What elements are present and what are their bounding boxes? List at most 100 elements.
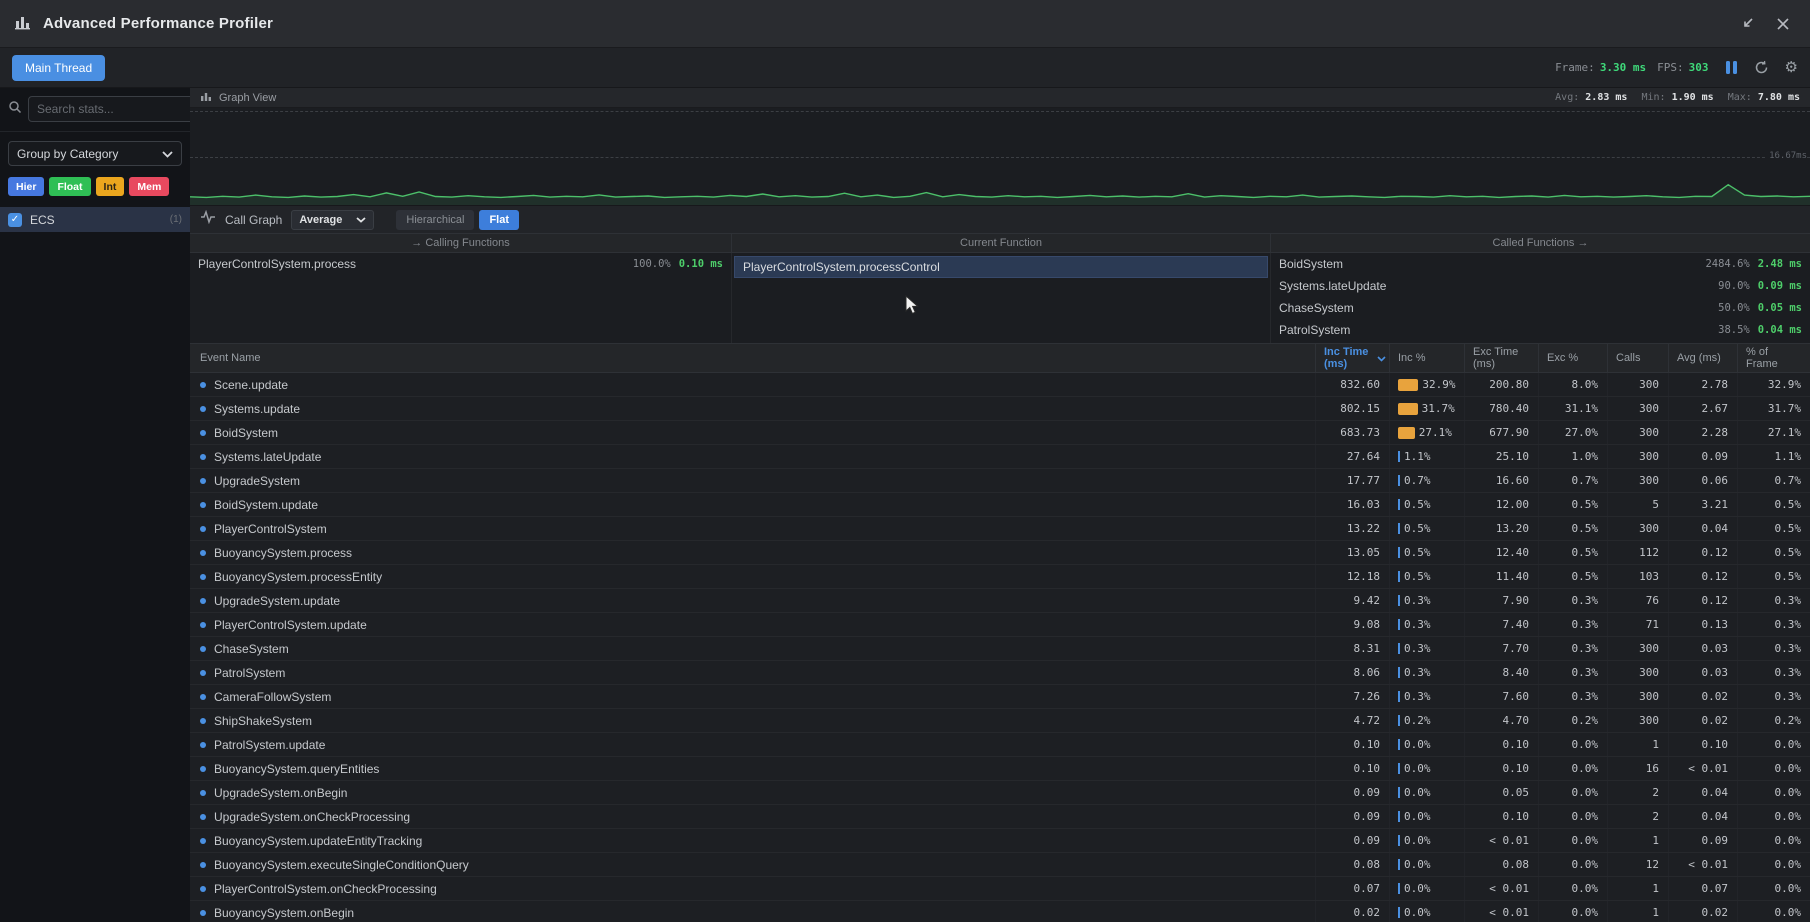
exc-pct-cell: 0.0% [1538,829,1607,852]
table-row[interactable]: CameraFollowSystem7.260.3%7.600.3%3000.0… [190,685,1810,709]
header-exc-pct[interactable]: Exc % [1538,344,1607,372]
table-row[interactable]: BuoyancySystem.process13.050.5%12.400.5%… [190,541,1810,565]
filter-chip-float[interactable]: Float [49,177,90,196]
calling-function-row[interactable]: PlayerControlSystem.process 100.0% 0.10 … [190,253,731,275]
inc-pct-cell: 32.9% [1389,373,1464,396]
table-row[interactable]: Systems.update802.1531.7%780.4031.1%3002… [190,397,1810,421]
collapse-window-icon[interactable] [1734,11,1760,37]
inc-pct-bar [1398,547,1400,558]
refresh-icon[interactable] [1754,60,1769,75]
hierarchical-button[interactable]: Hierarchical [396,210,474,230]
exc-time-cell: 0.10 [1464,733,1538,756]
avg-cell: 0.09 [1668,829,1737,852]
inc-pct-bar [1398,499,1400,510]
called-function-time: 0.05 ms [1758,302,1802,314]
pause-icon[interactable] [1725,60,1738,75]
table-row[interactable]: PatrolSystem8.060.3%8.400.3%3000.030.3% [190,661,1810,685]
frame-pct-cell: 0.0% [1737,733,1810,756]
profiler-window: Advanced Performance Profiler Main Threa… [0,0,1810,922]
called-functions-header: Called Functions → [1270,234,1810,252]
called-functions-panel: BoidSystem2484.6%2.48 msSystems.lateUpda… [1270,253,1810,343]
inc-time-cell: 0.09 [1315,781,1389,804]
sort-descending-icon [1377,353,1386,365]
table-row[interactable]: Scene.update832.6032.9%200.808.0%3002.78… [190,373,1810,397]
inc-pct-bar [1398,403,1418,415]
table-row[interactable]: PlayerControlSystem.update9.080.3%7.400.… [190,613,1810,637]
avg-cell: 0.12 [1668,541,1737,564]
calls-cell: 300 [1607,709,1668,732]
called-function-row[interactable]: BoidSystem2484.6%2.48 ms [1271,253,1810,275]
calls-cell: 103 [1607,565,1668,588]
ecs-checkbox[interactable]: ✓ [8,213,22,227]
avg-cell: 0.12 [1668,589,1737,612]
header-exc-time[interactable]: Exc Time (ms) [1464,344,1538,372]
event-name-cell: ShipShakeSystem [190,709,1315,732]
header-inc-pct[interactable]: Inc % [1389,344,1464,372]
frame-pct-cell: 0.2% [1737,709,1810,732]
header-inc-time[interactable]: Inc Time (ms) [1315,344,1389,372]
event-name: BuoyancySystem.queryEntities [214,762,379,776]
header-calls[interactable]: Calls [1607,344,1668,372]
avg-cell: 0.02 [1668,901,1737,922]
inc-time-cell: 9.42 [1315,589,1389,612]
event-name-cell: BoidSystem [190,421,1315,444]
table-row[interactable]: PlayerControlSystem.onCheckProcessing0.0… [190,877,1810,901]
filter-chip-int[interactable]: Int [96,177,125,196]
event-dot-icon [200,502,206,508]
main-thread-tab[interactable]: Main Thread [12,55,105,81]
table-row[interactable]: UpgradeSystem17.770.7%16.600.7%3000.060.… [190,469,1810,493]
sidebar-item-ecs[interactable]: ✓ ECS (1) [0,207,190,232]
filter-chip-hier[interactable]: Hier [8,177,44,196]
group-by-select[interactable]: Group by Category [8,141,182,166]
table-row[interactable]: BoidSystem683.7327.1%677.9027.0%3002.282… [190,421,1810,445]
graph-stats: Avg: 2.83 ms Min: 1.90 ms Max: 7.80 ms [1555,92,1800,103]
avg-cell: 0.03 [1668,661,1737,684]
table-row[interactable]: UpgradeSystem.onBegin0.090.0%0.050.0%20.… [190,781,1810,805]
called-function-row[interactable]: PatrolSystem38.5%0.04 ms [1271,319,1810,341]
avg-cell: 0.13 [1668,613,1737,636]
header-frame-pct[interactable]: % of Frame [1737,344,1810,372]
table-row[interactable]: ShipShakeSystem4.720.2%4.700.2%3000.020.… [190,709,1810,733]
inc-pct-cell: 0.0% [1389,805,1464,828]
event-name-cell: Systems.update [190,397,1315,420]
header-event-name[interactable]: Event Name [190,344,1315,372]
called-function-time: 2.48 ms [1758,258,1802,270]
filter-chip-mem[interactable]: Mem [129,177,169,196]
table-row[interactable]: UpgradeSystem.onCheckProcessing0.090.0%0… [190,805,1810,829]
search-input[interactable] [28,96,201,122]
inc-pct-value: 0.5% [1404,498,1431,511]
calls-cell: 1 [1607,901,1668,922]
table-row[interactable]: BuoyancySystem.queryEntities0.100.0%0.10… [190,757,1810,781]
table-row[interactable]: Systems.lateUpdate27.641.1%25.101.0%3000… [190,445,1810,469]
table-row[interactable]: BuoyancySystem.updateEntityTracking0.090… [190,829,1810,853]
frame-pct-cell: 0.3% [1737,613,1810,636]
table-row[interactable]: BuoyancySystem.onBegin0.020.0%< 0.010.0%… [190,901,1810,922]
table-row[interactable]: BuoyancySystem.executeSingleConditionQue… [190,853,1810,877]
title-bar: Advanced Performance Profiler [0,0,1810,48]
header-avg[interactable]: Avg (ms) [1668,344,1737,372]
inc-pct-value: 27.1% [1419,426,1452,439]
called-function-row[interactable]: Systems.lateUpdate90.0%0.09 ms [1271,275,1810,297]
aggregation-mode-select[interactable]: Average [291,210,374,230]
exc-pct-cell: 0.2% [1538,709,1607,732]
category-label: ECS [30,213,162,227]
inc-time-cell: 12.18 [1315,565,1389,588]
inc-time-cell: 13.05 [1315,541,1389,564]
flat-button[interactable]: Flat [479,210,519,230]
table-row[interactable]: UpgradeSystem.update9.420.3%7.900.3%760.… [190,589,1810,613]
settings-gear-icon[interactable]: ⚙ [1785,60,1798,75]
table-row[interactable]: PatrolSystem.update0.100.0%0.100.0%10.10… [190,733,1810,757]
exc-pct-cell: 0.5% [1538,493,1607,516]
frame-pct-cell: 0.3% [1737,637,1810,660]
table-row[interactable]: PlayerControlSystem13.220.5%13.200.5%300… [190,517,1810,541]
event-name: PatrolSystem.update [214,738,325,752]
inc-time-cell: 16.03 [1315,493,1389,516]
table-row[interactable]: BuoyancySystem.processEntity12.180.5%11.… [190,565,1810,589]
table-row[interactable]: ChaseSystem8.310.3%7.700.3%3000.030.3% [190,637,1810,661]
called-function-row[interactable]: ChaseSystem50.0%0.05 ms [1271,297,1810,319]
event-name-cell: BoidSystem.update [190,493,1315,516]
table-row[interactable]: BoidSystem.update16.030.5%12.000.5%53.21… [190,493,1810,517]
current-function-item[interactable]: PlayerControlSystem.processControl [734,256,1268,278]
calls-cell: 76 [1607,589,1668,612]
close-window-icon[interactable] [1770,11,1796,37]
